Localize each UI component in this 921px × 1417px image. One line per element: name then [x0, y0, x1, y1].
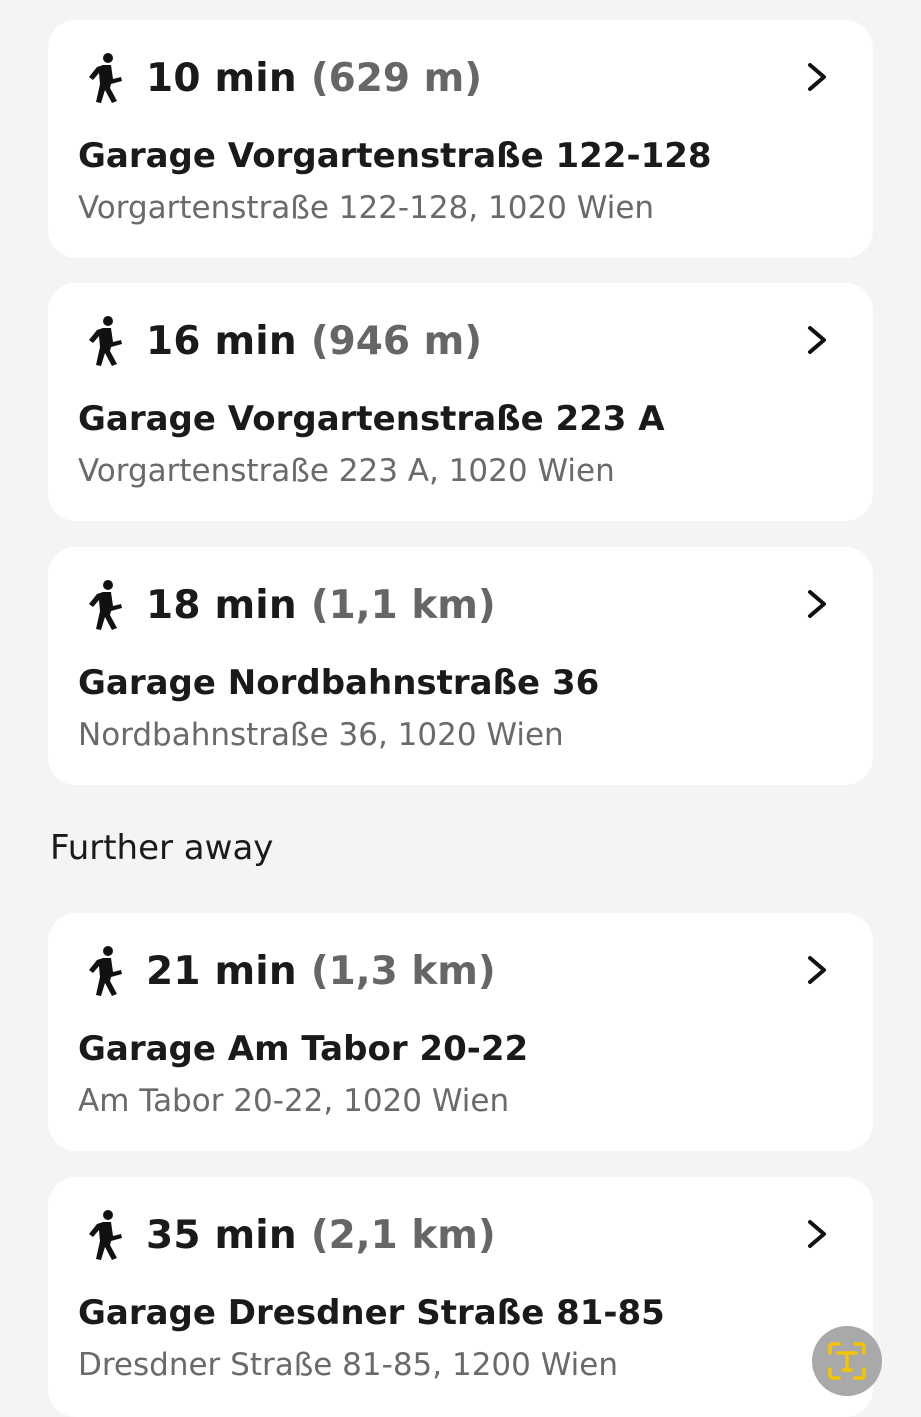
garage-address: Nordbahnstraße 36, 1020 Wien	[78, 717, 564, 753]
garage-address: Vorgartenstraße 223 A, 1020 Wien	[78, 453, 615, 489]
walk-duration: 10 min	[146, 55, 297, 101]
garage-name: Garage Vorgartenstraße 223 A	[78, 399, 665, 439]
garage-card[interactable]: 35 min (2,1 km) Garage Dresdner Straße 8…	[48, 1177, 873, 1417]
garage-address: Dresdner Straße 81-85, 1200 Wien	[78, 1347, 619, 1383]
text-scan-icon	[824, 1338, 870, 1384]
garage-name: Garage Am Tabor 20-22	[78, 1029, 529, 1069]
garage-card[interactable]: 21 min (1,3 km) Garage Am Tabor 20-22 Am…	[48, 913, 873, 1151]
section-title-further-away: Further away	[50, 828, 274, 868]
garage-card[interactable]: 10 min (629 m) Garage Vorgartenstraße 12…	[48, 20, 873, 258]
chevron-right-icon[interactable]	[805, 1219, 829, 1249]
garage-card[interactable]: 16 min (946 m) Garage Vorgartenstraße 22…	[48, 283, 873, 521]
chevron-right-icon[interactable]	[805, 62, 829, 92]
walk-duration: 35 min	[146, 1212, 297, 1258]
garage-card[interactable]: 18 min (1,1 km) Garage Nordbahnstraße 36…	[48, 547, 873, 785]
chevron-right-icon[interactable]	[805, 955, 829, 985]
garage-address: Vorgartenstraße 122-128, 1020 Wien	[78, 190, 655, 226]
walk-duration: 21 min	[146, 948, 297, 994]
text-scan-button[interactable]	[812, 1326, 882, 1396]
walk-info: 35 min (2,1 km)	[84, 1207, 496, 1263]
chevron-right-icon[interactable]	[805, 325, 829, 355]
walk-distance: (1,1 km)	[310, 582, 496, 628]
chevron-right-icon[interactable]	[805, 589, 829, 619]
walking-person-icon	[84, 1209, 126, 1261]
walking-person-icon	[84, 945, 126, 997]
walk-distance: (1,3 km)	[310, 948, 496, 994]
walk-info: 16 min (946 m)	[84, 313, 482, 369]
walking-person-icon	[84, 579, 126, 631]
garage-name: Garage Dresdner Straße 81-85	[78, 1293, 665, 1333]
walking-person-icon	[84, 315, 126, 367]
garage-address: Am Tabor 20-22, 1020 Wien	[78, 1083, 510, 1119]
walk-info: 10 min (629 m)	[84, 50, 482, 106]
walk-info: 21 min (1,3 km)	[84, 943, 496, 999]
walk-info: 18 min (1,1 km)	[84, 577, 496, 633]
walk-distance: (629 m)	[310, 55, 483, 101]
garage-name: Garage Vorgartenstraße 122-128	[78, 136, 712, 176]
walk-distance: (946 m)	[310, 318, 483, 364]
walk-duration: 16 min	[146, 318, 297, 364]
walk-distance: (2,1 km)	[310, 1212, 496, 1258]
garage-name: Garage Nordbahnstraße 36	[78, 663, 600, 703]
walking-person-icon	[84, 52, 126, 104]
walk-duration: 18 min	[146, 582, 297, 628]
